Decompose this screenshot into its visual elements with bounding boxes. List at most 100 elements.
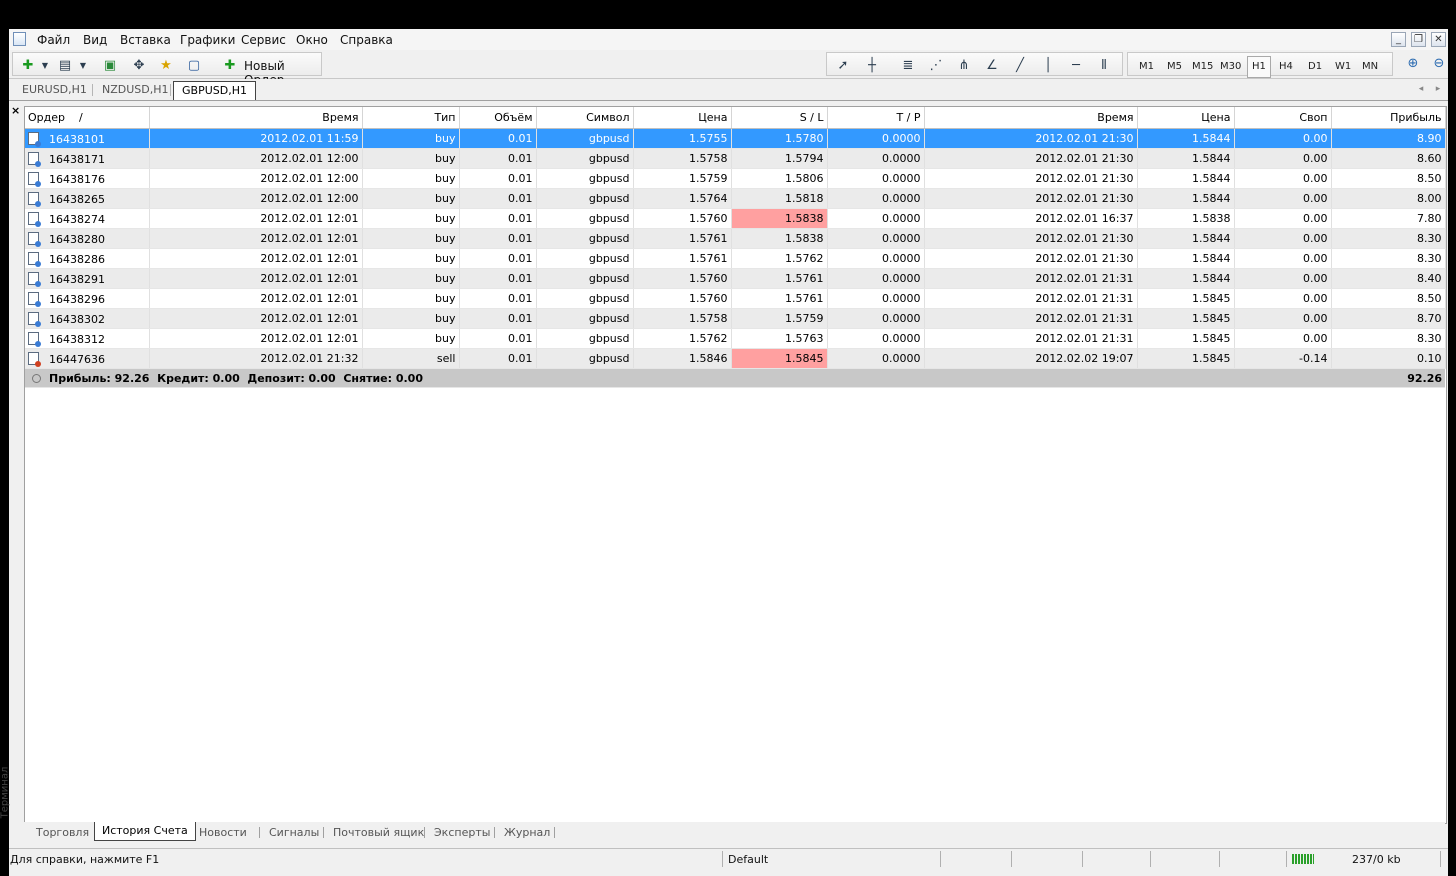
cell-type: buy [362,208,460,229]
table-row[interactable]: 16438302 2012.02.01 12:01 buy 0.01 gbpusd 1.5… [25,308,1446,329]
tab-news[interactable]: Новости [192,824,254,841]
close-icon[interactable]: ✕ [1431,32,1446,47]
timeframe-w1[interactable]: W1 [1335,61,1351,72]
col-symbol[interactable]: Символ [536,107,634,129]
tab-nzdusd[interactable]: NZDUSD,H1 [94,81,177,99]
col-volume[interactable]: Объём [459,107,537,129]
market-watch-icon[interactable]: ▣ [101,57,119,75]
table-row[interactable]: 16438312 2012.02.01 12:01 buy 0.01 gbpusd 1.5… [25,328,1446,349]
col-open-price[interactable]: Цена [633,107,732,129]
cell-take-profit: 0.0000 [827,288,925,309]
zoom-out-icon[interactable]: ⊖ [1430,55,1448,73]
tab-trade[interactable]: Торговля [29,824,96,841]
tab-account-history[interactable]: История Счета [94,822,196,841]
col-open-time[interactable]: Время [149,107,363,129]
cell-profit: 8.00 [1331,188,1446,209]
col-close-price[interactable]: Цена [1137,107,1235,129]
restore-icon[interactable]: ❐ [1411,32,1426,47]
table-row[interactable]: 16438265 2012.02.01 12:00 buy 0.01 gbpusd 1.5… [25,188,1446,209]
col-sl[interactable]: S / L [731,107,828,129]
col-profit[interactable]: Прибыль [1331,107,1446,129]
profiles-icon[interactable]: ▤ [56,57,74,75]
timeframe-mn[interactable]: MN [1362,61,1378,72]
timeframe-m15[interactable]: M15 [1192,61,1213,72]
terminal-label: Терминал [0,749,24,839]
new-chart-icon[interactable]: ✚ [19,57,37,75]
terminal-toggle-icon[interactable]: ▢ [185,57,203,75]
trendline-icon[interactable]: ╱ [1011,57,1029,75]
cell-take-profit: 0.0000 [827,268,925,289]
table-row[interactable]: 16438176 2012.02.01 12:00 buy 0.01 gbpusd 1.5… [25,168,1446,189]
tab-mailbox[interactable]: Почтовый ящик [326,824,431,841]
cell-stop-loss: 1.5838 [731,208,828,229]
scroll-left-icon[interactable]: ◂ [1412,80,1430,98]
cell-stop-loss: 1.5794 [731,148,828,169]
fibo-fan-icon[interactable]: ⋔ [955,57,973,75]
cell-swap: 0.00 [1234,148,1332,169]
table-row[interactable]: 16438274 2012.02.01 12:01 buy 0.01 gbpusd 1.5… [25,208,1446,229]
favorites-star-icon[interactable]: ★ [157,57,175,75]
new-order-icon[interactable]: ✚ [221,57,239,75]
horizontal-line-icon[interactable]: ─ [1067,57,1085,75]
terminal-label-text: Терминал [0,766,11,819]
dropdown-icon[interactable]: ▼ [36,57,54,75]
order-icon [28,351,41,367]
timeframe-h1[interactable]: H1 [1247,56,1271,78]
menu-tools[interactable]: Сервис [241,33,286,47]
cell-order-id: 16438296 [25,288,150,309]
menu-insert[interactable]: Вставка [120,33,171,47]
tab-journal[interactable]: Журнал [497,824,557,841]
menu-file[interactable]: Файл [37,33,70,47]
cursor-icon[interactable]: ➚ [834,57,852,75]
menu-help[interactable]: Справка [340,33,393,47]
tab-eurusd[interactable]: EURUSD,H1 [14,81,95,99]
timeframe-m30[interactable]: M30 [1220,61,1241,72]
table-row[interactable]: 16447636 2012.02.01 21:32 sell 0.01 gbpusd 1.… [25,348,1446,369]
menu-bar: Файл Вид Вставка Графики Сервис Окно Спр… [9,29,1448,51]
crosshair-icon[interactable]: ┼ [863,57,881,75]
menu-view[interactable]: Вид [83,33,107,47]
cell-stop-loss: 1.5845 [731,348,828,369]
menu-charts[interactable]: Графики [180,33,235,47]
scroll-right-icon[interactable]: ▸ [1429,80,1447,98]
cell-open-time: 2012.02.01 11:59 [149,128,363,149]
table-row[interactable]: 16438291 2012.02.01 12:01 buy 0.01 gbpusd 1.5… [25,268,1446,289]
timeframe-m5[interactable]: M5 [1167,61,1182,72]
tab-experts[interactable]: Эксперты [427,824,497,841]
fibo-timezones-icon[interactable]: ⦀ [1095,57,1113,75]
terminal-close-icon[interactable]: × [11,104,20,117]
cell-close-time: 2012.02.01 21:31 [924,308,1138,329]
tab-gbpusd[interactable]: GBPUSD,H1 [173,81,256,100]
menu-window[interactable]: Окно [296,33,328,47]
navigator-icon[interactable]: ✥ [130,57,148,75]
col-swap[interactable]: Своп [1234,107,1332,129]
col-tp[interactable]: T / P [827,107,925,129]
table-row[interactable]: 16438286 2012.02.01 12:01 buy 0.01 gbpusd 1.5… [25,248,1446,269]
minimize-icon[interactable]: _ [1391,32,1406,47]
fibo-retracement-icon[interactable]: ≣ [899,57,917,75]
summary-icon [32,373,41,383]
tab-divider [92,84,93,96]
timeframe-m1[interactable]: M1 [1139,61,1154,72]
timeframe-h4[interactable]: H4 [1279,61,1293,72]
timeframe-d1[interactable]: D1 [1308,61,1322,72]
cell-volume: 0.01 [459,328,537,349]
col-type[interactable]: Тип [362,107,460,129]
table-row[interactable]: 16438280 2012.02.01 12:01 buy 0.01 gbpusd 1.5… [25,228,1446,249]
summary-cell: Прибыль: 92.26 Кредит: 0.00 Депозит: 0.0… [25,368,1331,388]
fibo-channel-icon[interactable]: ⋰ [927,57,945,75]
table-row[interactable]: 16438296 2012.02.01 12:01 buy 0.01 gbpusd 1.5… [25,288,1446,309]
cell-close-price: 1.5844 [1137,128,1235,149]
table-row[interactable]: 16438171 2012.02.01 12:00 buy 0.01 gbpusd 1.5… [25,148,1446,169]
summary-row: Прибыль: 92.26 Кредит: 0.00 Депозит: 0.0… [25,368,1445,388]
zoom-in-icon[interactable]: ⊕ [1404,55,1422,73]
app-icon[interactable] [13,32,26,46]
cell-stop-loss: 1.5838 [731,228,828,249]
vertical-line-icon[interactable]: │ [1039,57,1057,75]
tab-signals[interactable]: Сигналы [262,824,326,841]
col-order[interactable]: Ордер / [25,107,150,129]
angle-icon[interactable]: ∠ [983,57,1001,75]
col-close-time[interactable]: Время [924,107,1138,129]
table-row[interactable]: 16438101 2012.02.01 11:59 buy 0.01 gbpusd 1.5… [25,128,1446,149]
dropdown-icon[interactable]: ▼ [74,57,92,75]
